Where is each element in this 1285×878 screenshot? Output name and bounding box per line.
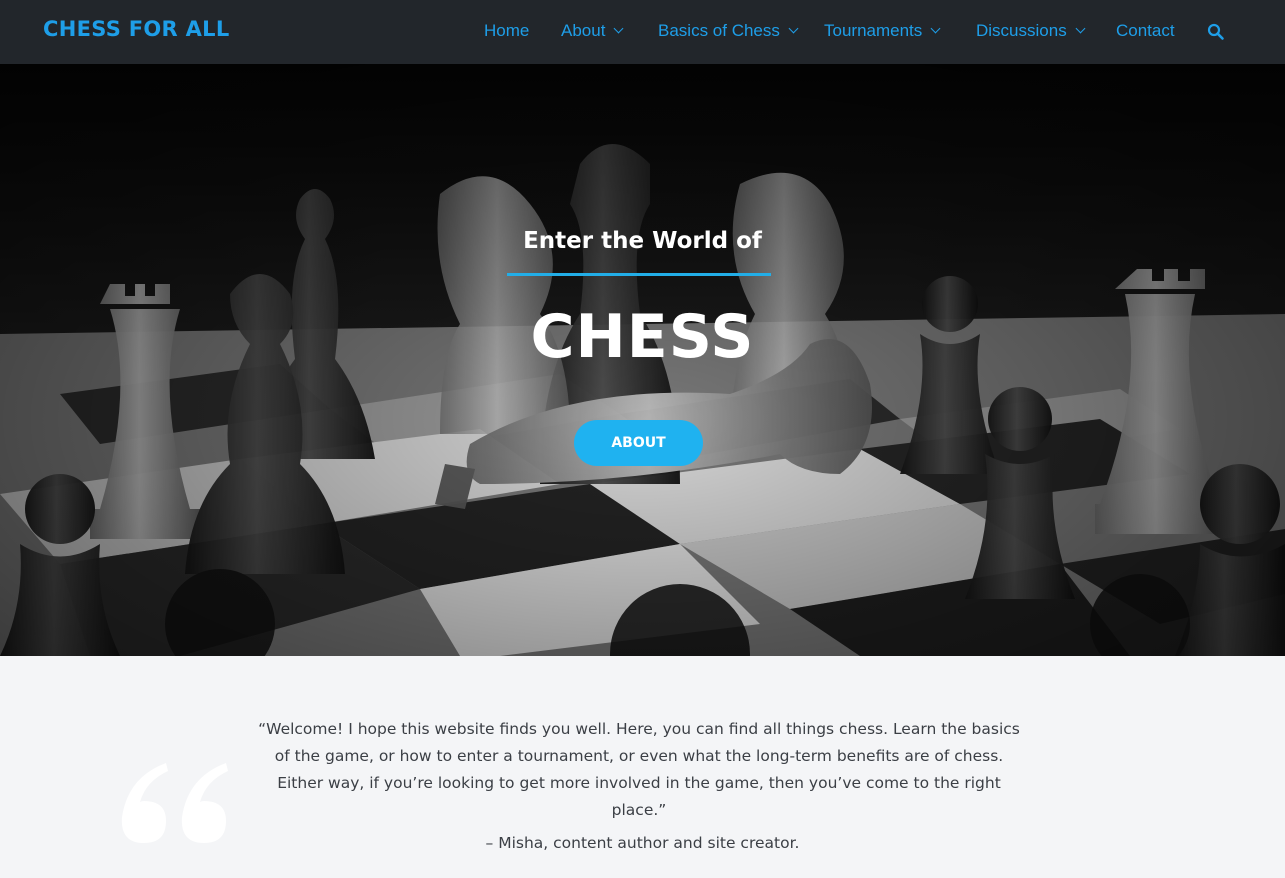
chevron-down-icon — [930, 23, 941, 34]
search-icon[interactable] — [1207, 23, 1225, 41]
quote-author: – Misha, content author and site creator… — [485, 834, 800, 852]
chevron-down-icon — [613, 23, 624, 34]
chevron-down-icon — [788, 23, 799, 34]
nav-item-home[interactable]: Home — [484, 21, 529, 41]
nav-item-about[interactable]: About — [561, 21, 624, 41]
nav-item-discussions[interactable]: Discussions — [976, 21, 1086, 41]
nav-item-contact[interactable]: Contact — [1116, 21, 1175, 41]
hero-divider — [507, 273, 771, 276]
nav-item-basics-of-chess[interactable]: Basics of Chess — [658, 21, 799, 41]
nav-item-label: Home — [484, 21, 530, 40]
chevron-down-icon — [1075, 23, 1086, 34]
nav-item-label: Discussions — [976, 21, 1067, 40]
nav-item-label: About — [561, 21, 606, 40]
welcome-quote-text: “Welcome! I hope this website finds you … — [258, 720, 1020, 819]
nav-item-label: Basics of Chess — [658, 21, 780, 40]
site-header: CHESS FOR ALL Home About Basics of Chess… — [0, 0, 1285, 64]
hero-title: CHESS — [530, 302, 755, 372]
main-nav: Home About Basics of Chess Tournaments D… — [0, 0, 1285, 64]
about-button[interactable]: ABOUT — [574, 420, 703, 466]
hero-subtitle: Enter the World of — [523, 228, 762, 254]
hero-banner: Enter the World of CHESS ABOUT — [0, 64, 1285, 656]
nav-item-label: Tournaments — [824, 21, 923, 40]
nav-item-label: Contact — [1116, 21, 1175, 40]
nav-item-tournaments[interactable]: Tournaments — [824, 21, 941, 41]
